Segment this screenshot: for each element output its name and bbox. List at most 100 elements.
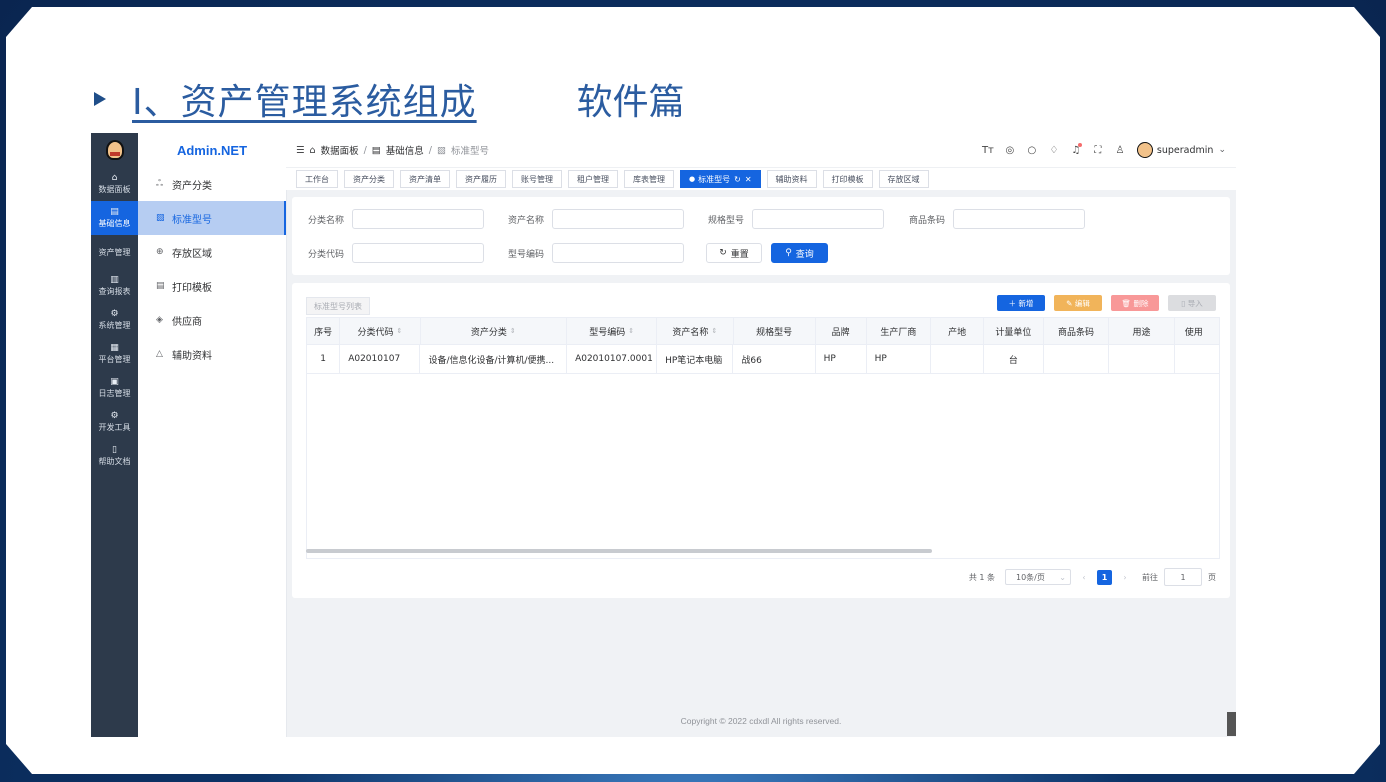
- menu-toggle-icon[interactable]: ☰: [296, 145, 305, 156]
- theme-icon[interactable]: ♢: [1043, 145, 1065, 156]
- doc-icon: ▤: [110, 207, 119, 217]
- primary-nav: ⌂ 数据面板 ▤ 基础信息 资产管理 ▥ 查询报表 ⚙ 系统管理 ▦ 平台管理 ▣ 日志管理…: [91, 133, 138, 737]
- next-page-button[interactable]: ›: [1118, 573, 1132, 582]
- add-button[interactable]: ＋ 新增: [997, 295, 1045, 311]
- column-title: 规格型号: [756, 327, 793, 338]
- plus-icon: ＋: [1008, 298, 1019, 308]
- side-handle[interactable]: [1227, 712, 1236, 736]
- tab-db-tables[interactable]: 库表管理: [624, 170, 674, 188]
- nav-item-logs[interactable]: ▣ 日志管理: [91, 371, 138, 405]
- horizontal-scrollbar[interactable]: [306, 549, 932, 553]
- nav-item-platform[interactable]: ▦ 平台管理: [91, 337, 138, 371]
- list-tab[interactable]: 标准型号列表: [306, 297, 370, 315]
- field-label: 资产名称: [507, 215, 544, 226]
- table-cell: A02010107.0001: [567, 345, 658, 373]
- refresh-icon[interactable]: ↻: [734, 175, 741, 184]
- trash-icon: 🗑: [1121, 298, 1134, 308]
- table-row[interactable]: 1 A02010107 设备/信息化设备/计算机/便携... A02010107…: [307, 345, 1219, 374]
- tab-asset-history[interactable]: 资产履历: [456, 170, 506, 188]
- tab-asset-category[interactable]: 资产分类: [344, 170, 394, 188]
- nav-item-system[interactable]: ⚙ 系统管理: [91, 303, 138, 337]
- nav-item-help[interactable]: ▯ 帮助文档: [91, 439, 138, 473]
- sort-icon[interactable]: ⇕: [396, 327, 402, 335]
- column-header[interactable]: 资产名称 ⇕: [657, 318, 734, 344]
- breadcrumb-parent[interactable]: 基础信息: [386, 143, 424, 157]
- tab-print-template[interactable]: 打印模板: [822, 170, 873, 188]
- tab-aux-data[interactable]: 辅助资料: [766, 170, 817, 188]
- sidebar-item-label: 供应商: [172, 316, 202, 328]
- table-cell: 战66: [733, 345, 816, 373]
- gear-icon: ⚙: [110, 309, 119, 319]
- page-size-select[interactable]: 10条/页 ⌄: [1005, 569, 1071, 585]
- target-icon[interactable]: ◎: [999, 145, 1021, 156]
- goto-suffix: 页: [1208, 572, 1216, 582]
- category-name-input[interactable]: [352, 209, 484, 229]
- nav-item-asset-management[interactable]: 资产管理: [91, 235, 138, 269]
- nav-item-label: 帮助文档: [98, 457, 131, 466]
- nav-item-label: 日志管理: [98, 389, 131, 398]
- nav-item-label: 开发工具: [98, 423, 131, 432]
- nav-item-reports[interactable]: ▥ 查询报表: [91, 269, 138, 303]
- tab-storage-area[interactable]: 存放区域: [878, 170, 929, 188]
- sidebar-item-aux-data[interactable]: △ 辅助资料: [138, 337, 286, 371]
- model-code-input[interactable]: [552, 243, 684, 263]
- column-header: 规格型号: [733, 318, 816, 344]
- field-label: 分类代码: [307, 249, 344, 260]
- sort-icon[interactable]: ⇕: [510, 327, 516, 335]
- tab-account[interactable]: 账号管理: [512, 170, 562, 188]
- nav-item-dev-tools[interactable]: ⚙ 开发工具: [91, 405, 138, 439]
- sidebar-item-storage-area[interactable]: ⊕ 存放区域: [138, 235, 286, 269]
- bullet-triangle-icon: [94, 92, 106, 106]
- field-spec: 规格型号: [698, 209, 884, 229]
- column-header[interactable]: 资产分类 ⇕: [420, 318, 568, 344]
- sort-icon[interactable]: ⇕: [711, 327, 717, 335]
- column-title: 型号编码: [589, 327, 626, 338]
- prev-page-button[interactable]: ‹: [1077, 573, 1091, 582]
- edit-button[interactable]: ✎ 编辑: [1054, 295, 1102, 311]
- column-header: 计量单位: [983, 318, 1044, 344]
- delete-button[interactable]: 🗑 删除: [1111, 295, 1159, 311]
- import-button[interactable]: ▯ 导入: [1168, 295, 1216, 311]
- goto-page-input[interactable]: 1: [1164, 568, 1202, 586]
- tab-workbench[interactable]: 工作台: [296, 170, 338, 188]
- nav-item-dashboard[interactable]: ⌂ 数据面板: [91, 167, 138, 201]
- column-header: 用途: [1109, 318, 1175, 344]
- username[interactable]: superadmin: [1157, 145, 1214, 156]
- sort-icon[interactable]: ⇕: [628, 327, 634, 335]
- user-icon[interactable]: ♙: [1109, 145, 1131, 156]
- table-cell: 1: [307, 345, 341, 373]
- reset-button[interactable]: ↻ 重置: [706, 243, 762, 263]
- column-header[interactable]: 分类代码 ⇕: [340, 318, 421, 344]
- edit-label: 编辑: [1074, 298, 1090, 308]
- chevron-down-icon[interactable]: ⌄: [1218, 145, 1226, 155]
- asset-name-input[interactable]: [552, 209, 684, 229]
- sidebar-item-supplier[interactable]: ◈ 供应商: [138, 303, 286, 337]
- data-table: 序号 分类代码 ⇕ 资产分类 ⇕ 型号编码 ⇕ 资产名称 ⇕ 规格型号 品牌 生产厂商 …: [306, 317, 1220, 559]
- table-cell: HP: [867, 345, 932, 373]
- column-title: 商品条码: [1057, 327, 1094, 338]
- tab-asset-list[interactable]: 资产清单: [400, 170, 450, 188]
- close-icon[interactable]: ✕: [745, 175, 752, 184]
- spec-input[interactable]: [752, 209, 884, 229]
- search-buttons: ↻ 重置 ⚲ 查询: [706, 243, 828, 263]
- column-header: 品牌: [815, 318, 867, 344]
- tab-standard-model[interactable]: ● 标准型号 ↻ ✕: [680, 170, 761, 188]
- sidebar-item-print-template[interactable]: ▤ 打印模板: [138, 269, 286, 303]
- nav-item-basic-info[interactable]: ▤ 基础信息: [91, 201, 138, 235]
- bell-icon[interactable]: ♫: [1065, 142, 1087, 156]
- fullscreen-icon[interactable]: ⛶: [1087, 145, 1109, 156]
- add-label: 新增: [1018, 298, 1034, 308]
- avatar[interactable]: [1136, 142, 1153, 158]
- page-number-current[interactable]: 1: [1097, 569, 1112, 585]
- query-button[interactable]: ⚲ 查询: [771, 243, 828, 263]
- sidebar-item-standard-model[interactable]: ▧ 标准型号: [138, 201, 286, 235]
- tab-tenant[interactable]: 租户管理: [568, 170, 618, 188]
- breadcrumb-home[interactable]: 数据面板: [321, 143, 359, 157]
- sidebar-item-asset-category[interactable]: ஃ 资产分类: [138, 167, 286, 201]
- column-header[interactable]: 型号编码 ⇕: [567, 318, 658, 344]
- category-code-input[interactable]: [352, 243, 484, 263]
- barcode-input[interactable]: [953, 209, 1085, 229]
- help-doc-icon: ▯: [112, 445, 117, 455]
- search-icon[interactable]: ○: [1021, 145, 1043, 156]
- font-size-icon[interactable]: Tт: [977, 145, 999, 156]
